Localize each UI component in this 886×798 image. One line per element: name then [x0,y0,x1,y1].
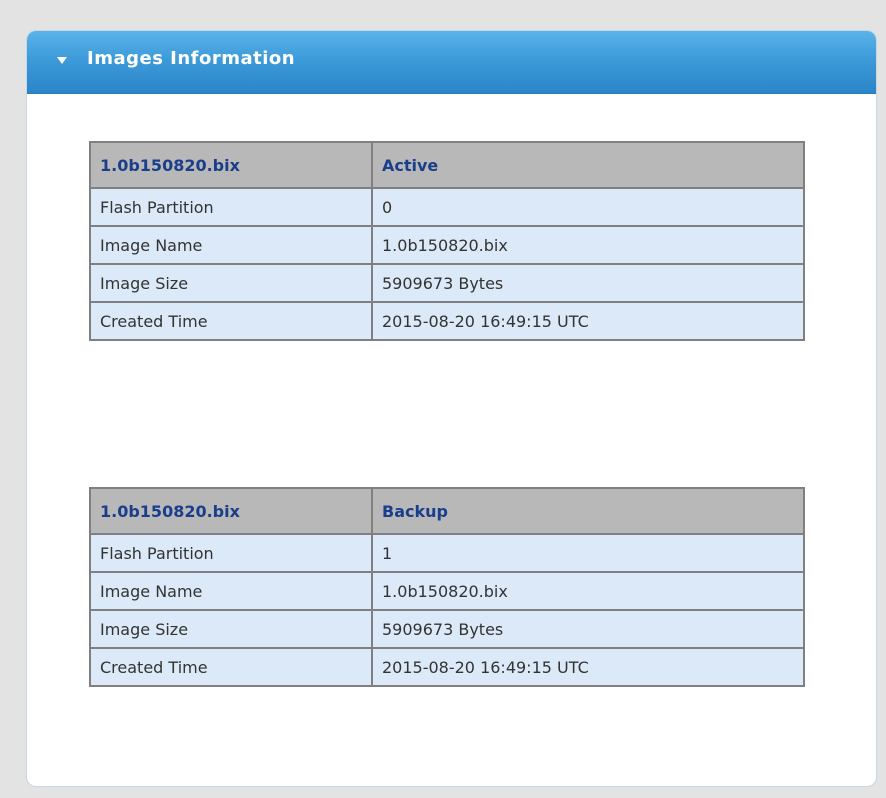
image-status-header: Active [371,141,805,189]
row-label: Image Name [89,225,373,265]
row-label: Flash Partition [89,187,373,227]
images-information-panel: Images Information 1.0b150820.bix Active… [26,30,877,787]
row-value: 5909673 Bytes [371,263,805,303]
panel-title: Images Information [87,48,296,69]
panel-header[interactable]: Images Information [27,31,876,94]
row-label: Flash Partition [89,533,373,573]
backup-image-table: 1.0b150820.bix Backup Flash Partition 1 … [89,487,805,687]
image-file-header: 1.0b150820.bix [89,141,373,189]
row-value: 5909673 Bytes [371,609,805,649]
table-row: Image Size 5909673 Bytes [89,263,805,303]
row-label: Created Time [89,647,373,687]
row-value: 2015-08-20 16:49:15 UTC [371,647,805,687]
row-value: 1 [371,533,805,573]
row-value: 2015-08-20 16:49:15 UTC [371,301,805,341]
table-header-row: 1.0b150820.bix Active [89,141,805,189]
row-label: Image Name [89,571,373,611]
active-image-table: 1.0b150820.bix Active Flash Partition 0 … [89,141,805,341]
row-label: Created Time [89,301,373,341]
image-file-header: 1.0b150820.bix [89,487,373,535]
table-row: Flash Partition 0 [89,187,805,227]
row-value: 1.0b150820.bix [371,225,805,265]
row-label: Image Size [89,263,373,303]
row-label: Image Size [89,609,373,649]
table-row: Image Size 5909673 Bytes [89,609,805,649]
table-row: Image Name 1.0b150820.bix [89,571,805,611]
table-row: Created Time 2015-08-20 16:49:15 UTC [89,301,805,341]
table-row: Created Time 2015-08-20 16:49:15 UTC [89,647,805,687]
table-row: Image Name 1.0b150820.bix [89,225,805,265]
image-status-header: Backup [371,487,805,535]
collapse-arrow-icon[interactable] [57,57,67,64]
row-value: 0 [371,187,805,227]
row-value: 1.0b150820.bix [371,571,805,611]
table-row: Flash Partition 1 [89,533,805,573]
table-header-row: 1.0b150820.bix Backup [89,487,805,535]
